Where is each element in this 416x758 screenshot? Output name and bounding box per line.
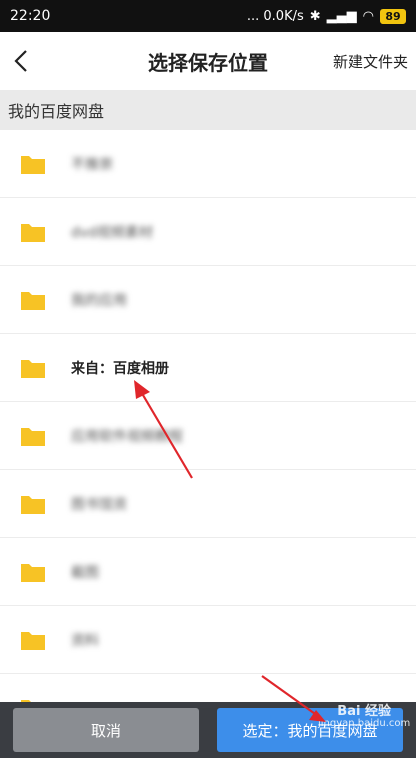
- folder-label: 资料: [71, 632, 99, 649]
- folder-item[interactable]: 我的应用: [0, 266, 416, 334]
- folder-icon: [21, 223, 45, 242]
- network-speed: ... 0.0K/s: [246, 8, 304, 24]
- folder-label: 来自：百度相册: [71, 360, 169, 377]
- bluetooth-icon: ✱: [309, 8, 321, 24]
- cancel-button[interactable]: 取消: [13, 708, 199, 752]
- folder-item[interactable]: dvd视频素材: [0, 198, 416, 266]
- folder-icon: [21, 563, 45, 582]
- folder-label: 截图: [71, 564, 99, 581]
- folder-item[interactable]: 应用软件视频教程: [0, 402, 416, 470]
- folder-item[interactable]: 图书馆资: [0, 470, 416, 538]
- back-arrow-icon: [14, 50, 27, 72]
- watermark: Bai 经验 jingyan.baidu.com: [318, 704, 411, 730]
- folder-item[interactable]: 截图: [0, 538, 416, 606]
- header: 选择保存位置 新建文件夹: [0, 32, 416, 90]
- folder-icon: [21, 291, 45, 310]
- folder-item[interactable]: 资料: [0, 606, 416, 674]
- folder-icon: [21, 495, 45, 514]
- folder-icon: [21, 155, 45, 174]
- folder-label: 不推崇: [71, 156, 113, 173]
- folder-label: 应用软件视频教程: [71, 428, 183, 445]
- battery-icon: 89: [380, 8, 406, 24]
- folder-label: 图书馆资: [71, 496, 127, 513]
- back-button[interactable]: [6, 41, 36, 81]
- wifi-icon: ◠: [362, 8, 374, 24]
- folder-icon: [21, 359, 45, 378]
- new-folder-button[interactable]: 新建文件夹: [333, 51, 408, 72]
- breadcrumb[interactable]: 我的百度网盘: [0, 90, 416, 130]
- folder-label: 我的应用: [71, 292, 127, 309]
- folder-label: dvd视频素材: [71, 224, 154, 241]
- status-bar: 22:20 ... 0.0K/s ✱ ▂▄▆ ◠ 89: [0, 0, 416, 32]
- folder-icon: [21, 631, 45, 650]
- watermark-url: jingyan.baidu.com: [318, 718, 411, 729]
- folder-item[interactable]: 不推崇: [0, 130, 416, 198]
- status-time: 22:20: [10, 8, 51, 24]
- signal-icon: ▂▄▆: [326, 8, 357, 24]
- folder-list: 不推崇 dvd视频素材 我的应用 来自：百度相册 应用软件视频教程 图书馆资 截…: [0, 130, 416, 702]
- status-indicators: ... 0.0K/s ✱ ▂▄▆ ◠ 89: [246, 8, 406, 24]
- watermark-logo: Bai 经验: [337, 704, 391, 719]
- folder-item[interactable]: 来自：百度相册: [0, 334, 416, 402]
- folder-icon: [21, 427, 45, 446]
- folder-item[interactable]: [0, 674, 416, 702]
